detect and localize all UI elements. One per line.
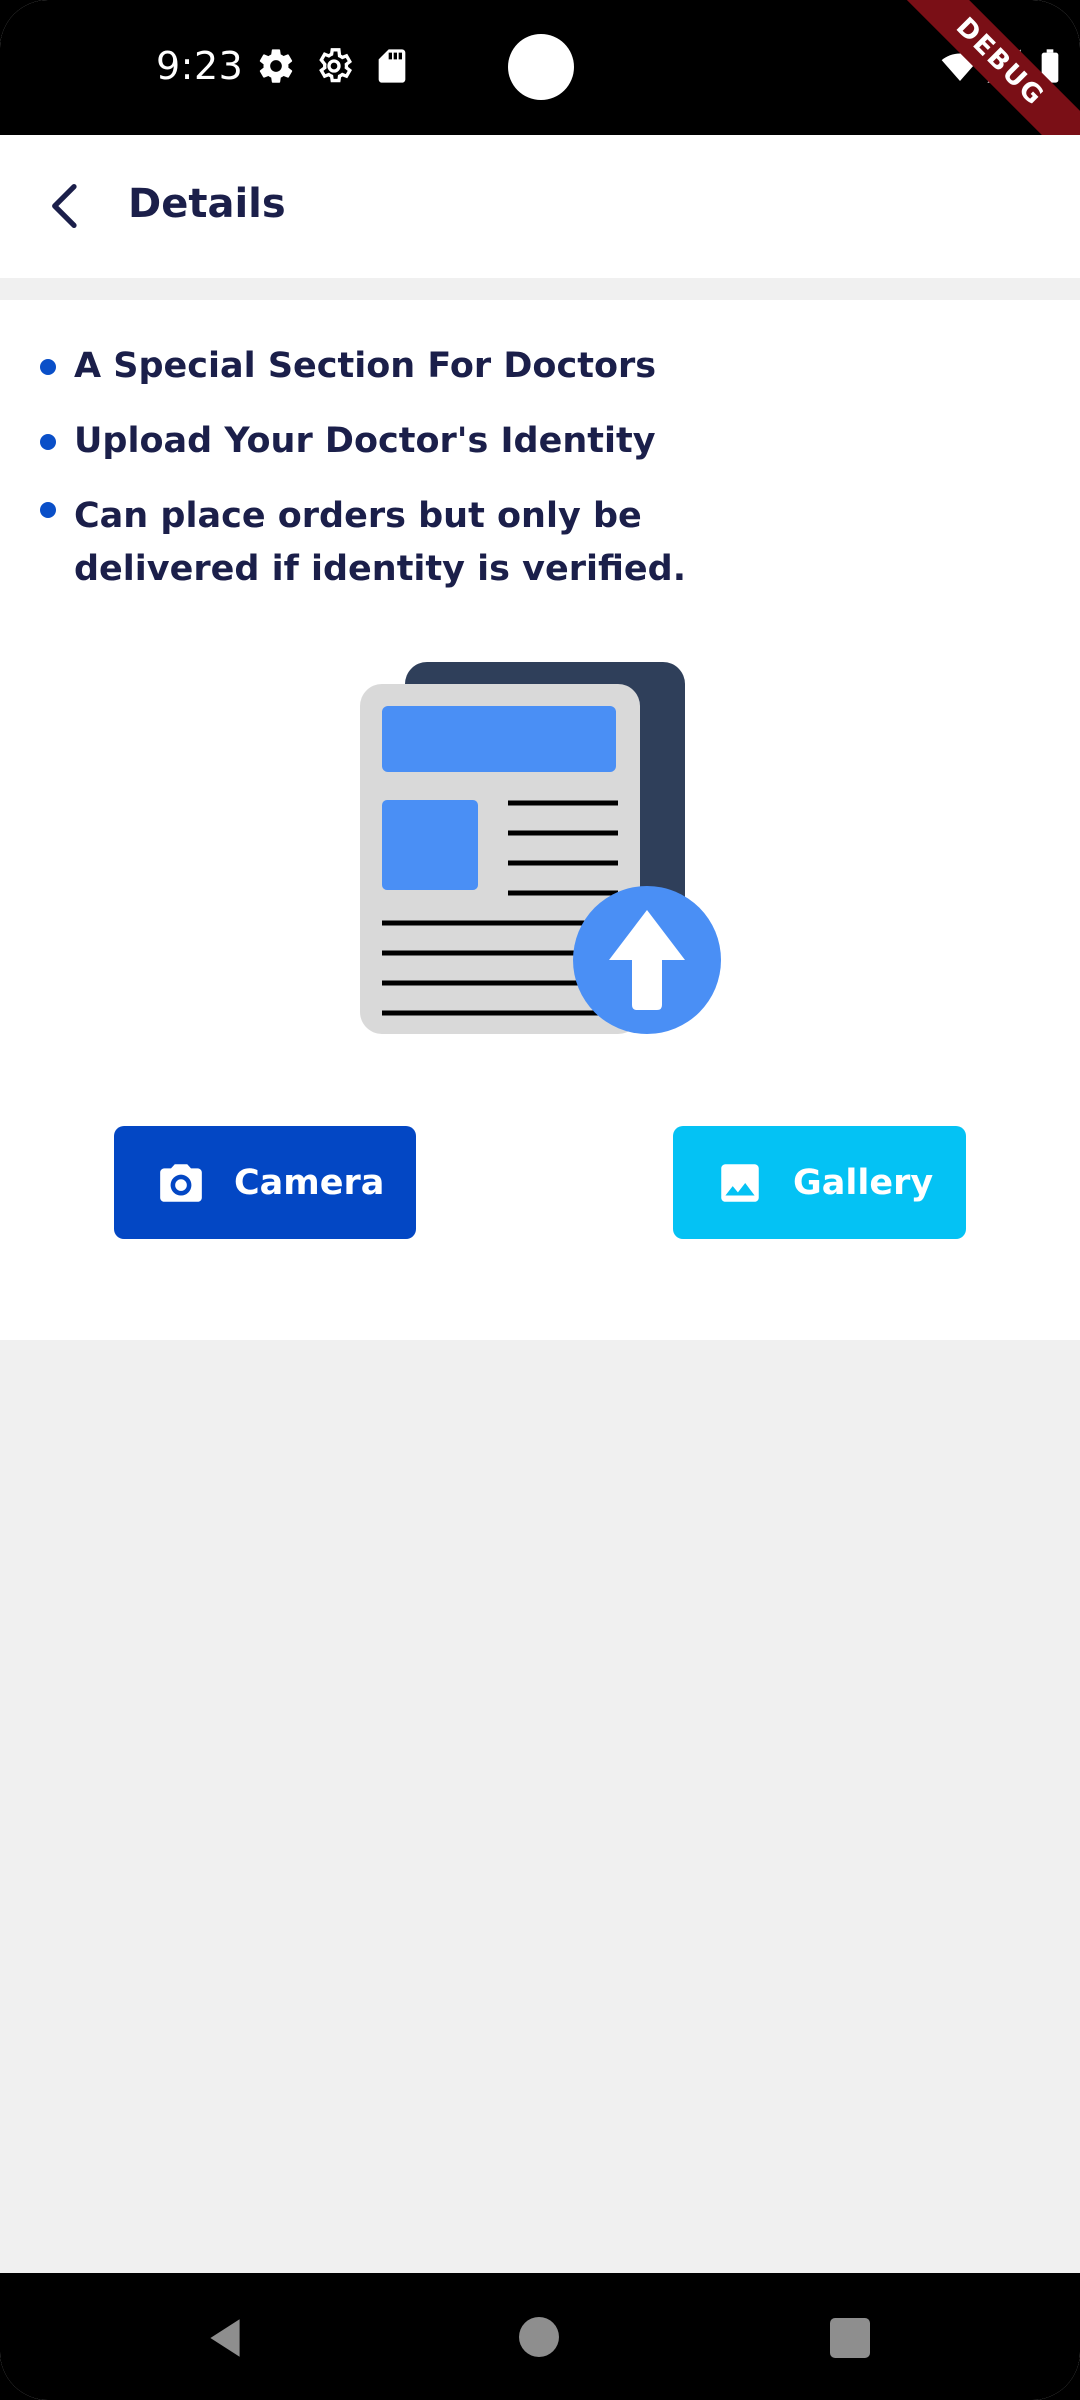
settings-outline-icon: [319, 48, 352, 83]
bullet-item: Upload Your Doctor's Identity: [36, 415, 936, 468]
gallery-button[interactable]: Gallery: [673, 1126, 966, 1239]
status-bar: 9:23 DEBUG: [0, 0, 1080, 184]
nav-home-icon[interactable]: [519, 2317, 559, 2357]
camera-button-label: Camera: [234, 1162, 385, 1203]
image-icon: [721, 1163, 759, 1202]
camera-button[interactable]: Camera: [114, 1126, 416, 1239]
bullet-item: Can place orders but only be delivered i…: [36, 490, 826, 596]
app-bar: Details: [0, 135, 1080, 278]
chevron-left-icon: [52, 184, 77, 228]
bullet-item: A Special Section For Doctors: [36, 340, 936, 393]
camera-icon: [160, 1163, 202, 1202]
gallery-button-label: Gallery: [793, 1162, 934, 1203]
nav-back-icon[interactable]: [200, 2313, 250, 2363]
bullet-text: Can place orders but only be delivered i…: [74, 496, 687, 589]
page-title: Details: [128, 181, 286, 227]
info-bullet-list: A Special Section For Doctors Upload You…: [36, 340, 936, 618]
screen: 9:23 DEBUG Details A Special Section For…: [0, 0, 1080, 2400]
bullet-dot: [40, 502, 56, 518]
back-button[interactable]: [34, 175, 96, 237]
settings-gear-icon: [259, 49, 293, 83]
camera-cutout: [508, 34, 574, 100]
status-time: 9:23: [156, 44, 244, 88]
bullet-dot: [40, 359, 56, 375]
bullet-dot: [40, 434, 56, 450]
bullet-text: A Special Section For Doctors: [74, 346, 657, 386]
system-nav-bar: [0, 2273, 1080, 2400]
sd-card-icon: [378, 49, 406, 83]
doctor-section-card: A Special Section For Doctors Upload You…: [0, 300, 1080, 1340]
bullet-text: Upload Your Doctor's Identity: [74, 421, 656, 461]
document-upload-icon: [360, 662, 721, 1034]
nav-recents-icon[interactable]: [830, 2318, 870, 2358]
